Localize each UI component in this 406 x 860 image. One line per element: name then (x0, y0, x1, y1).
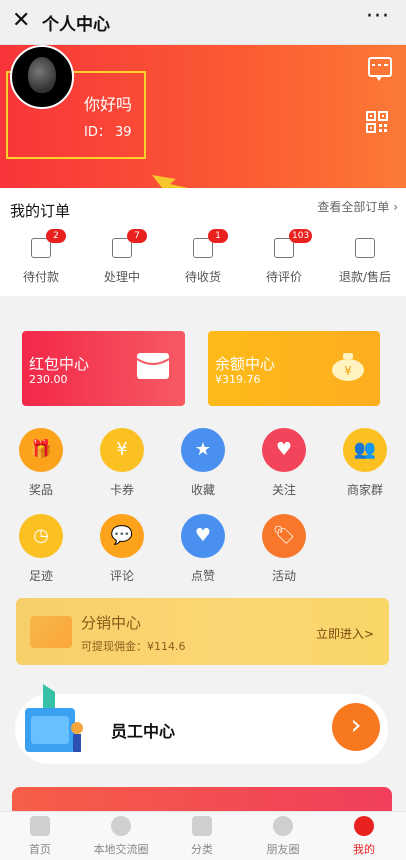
grid-label: 卡券 (109, 483, 134, 497)
message-icon[interactable] (368, 57, 392, 81)
money-bag-icon: ¥ (332, 353, 364, 381)
refund-icon (355, 238, 375, 258)
review-icon: 103 (274, 229, 313, 258)
category-grid-icon (192, 816, 212, 836)
tab-label: 我的 (353, 843, 375, 856)
badge: 7 (127, 229, 147, 243)
grid-item-prizes[interactable]: 🎁 奖品 (6, 428, 76, 498)
red-packet-card[interactable]: 红包中心 230.00 (22, 331, 185, 406)
enter-now-link[interactable]: 立即进入> (316, 625, 374, 642)
grid-label: 评论 (109, 569, 134, 583)
grid-item-activities[interactable]: 🏷 活动 (249, 514, 319, 584)
location-pin-icon (111, 816, 131, 836)
grid-label: 奖品 (28, 483, 53, 497)
order-pending-payment[interactable]: 2 待付款 (6, 229, 76, 285)
grid-item-favorites[interactable]: ★ 收藏 (168, 428, 238, 498)
heart-plus-icon: ♥ (262, 428, 306, 472)
distribution-center-banner[interactable]: 分销中心 可提现佣金：¥114.6 立即进入> (16, 598, 389, 665)
grid-item-comments[interactable]: 💬 评论 (87, 514, 157, 584)
grid-label: 收藏 (190, 483, 215, 497)
orders-title: 我的订单 (10, 202, 71, 220)
order-label: 退款/售后 (338, 270, 392, 284)
card-value: 230.00 (29, 373, 68, 386)
order-to-receive[interactable]: 1 待收货 (168, 229, 238, 285)
grid-label: 点赞 (190, 569, 215, 583)
wallet-icon: 7 (112, 229, 147, 258)
more-icon[interactable]: ··· (366, 4, 390, 29)
card-title: 红包中心 (29, 355, 90, 373)
svg-text:¥: ¥ (344, 364, 352, 378)
grid-item-coupons[interactable]: ¥ 卡券 (87, 428, 157, 498)
grid-item-footprint[interactable]: ◷ 足迹 (6, 514, 76, 584)
order-refund[interactable]: 退款/售后 (330, 234, 400, 285)
grid-label: 关注 (271, 483, 296, 497)
avatar[interactable] (10, 45, 74, 109)
order-label: 待付款 (22, 270, 59, 284)
badge: 103 (289, 229, 313, 243)
home-icon (30, 816, 50, 836)
red-envelope-icon (136, 353, 170, 379)
tab-category[interactable]: 分类 (162, 816, 242, 857)
order-label: 处理中 (103, 270, 140, 284)
gift-icon: 🎁 (19, 428, 63, 472)
grid-item-merchant-group[interactable]: 👥 商家群 (330, 428, 400, 498)
user-icon (354, 816, 374, 836)
grid-item-likes[interactable]: ♥ 点赞 (168, 514, 238, 584)
card-title: 余额中心 (215, 355, 276, 373)
distribution-title: 分销中心 (81, 614, 142, 632)
username: 你好吗 (84, 95, 133, 114)
view-all-orders-link[interactable]: 查看全部订单 › (317, 198, 398, 215)
orders-section: 我的订单 查看全部订单 › 2 待付款 7 处理中 1 待收货 103 待评价 … (0, 188, 406, 296)
staff-center-arrow-button[interactable]: › (332, 703, 380, 751)
tab-label: 分类 (191, 843, 213, 856)
coupon-icon: ¥ (100, 428, 144, 472)
tab-local-community[interactable]: 本地交流圈 (81, 816, 161, 857)
distribution-commission: 可提现佣金：¥114.6 (81, 640, 186, 653)
balance-card[interactable]: 余额中心 ¥319.76 ¥ (208, 331, 380, 406)
tab-mine[interactable]: 我的 (324, 816, 404, 857)
grid-label: 活动 (271, 569, 296, 583)
order-processing[interactable]: 7 处理中 (87, 229, 157, 285)
badge: 2 (46, 229, 66, 243)
close-icon[interactable]: ✕ (12, 10, 30, 32)
tab-moments[interactable]: 朋友圈 (243, 816, 323, 857)
list-icon: 2 (31, 229, 66, 258)
tab-label: 朋友圈 (266, 843, 300, 856)
tab-label: 首页 (29, 843, 51, 856)
clock-icon: ◷ (19, 514, 63, 558)
group-icon: 👥 (343, 428, 387, 472)
tab-label: 本地交流圈 (93, 843, 149, 856)
package-icon: 1 (193, 229, 228, 258)
grid-label: 商家群 (346, 483, 383, 497)
staff-center-title: 员工中心 (111, 722, 176, 741)
staff-illustration (25, 684, 83, 752)
title-bar: ✕ 个人中心 ··· (0, 0, 406, 45)
staff-center-card[interactable]: 员工中心 › (15, 684, 388, 764)
order-to-review[interactable]: 103 待评价 (249, 229, 319, 285)
distribution-icon (30, 616, 72, 648)
grid-item-follow[interactable]: ♥ 关注 (249, 428, 319, 498)
grid-label: 足迹 (28, 569, 53, 583)
bottom-tab-bar: 首页 本地交流圈 分类 朋友圈 我的 (0, 811, 406, 860)
qr-code-icon[interactable] (366, 111, 388, 133)
order-label: 待评价 (265, 270, 302, 284)
order-label: 待收货 (184, 270, 221, 284)
like-heart-icon: ♥ (181, 514, 225, 558)
card-value: ¥319.76 (215, 373, 261, 386)
page-title: 个人中心 (42, 15, 110, 35)
compass-icon (273, 816, 293, 836)
user-id: ID： 39 (84, 125, 132, 140)
star-icon: ★ (181, 428, 225, 472)
badge: 1 (208, 229, 228, 243)
comment-icon: 💬 (100, 514, 144, 558)
tab-home[interactable]: 首页 (0, 816, 80, 857)
tag-icon: 🏷 (262, 514, 306, 558)
